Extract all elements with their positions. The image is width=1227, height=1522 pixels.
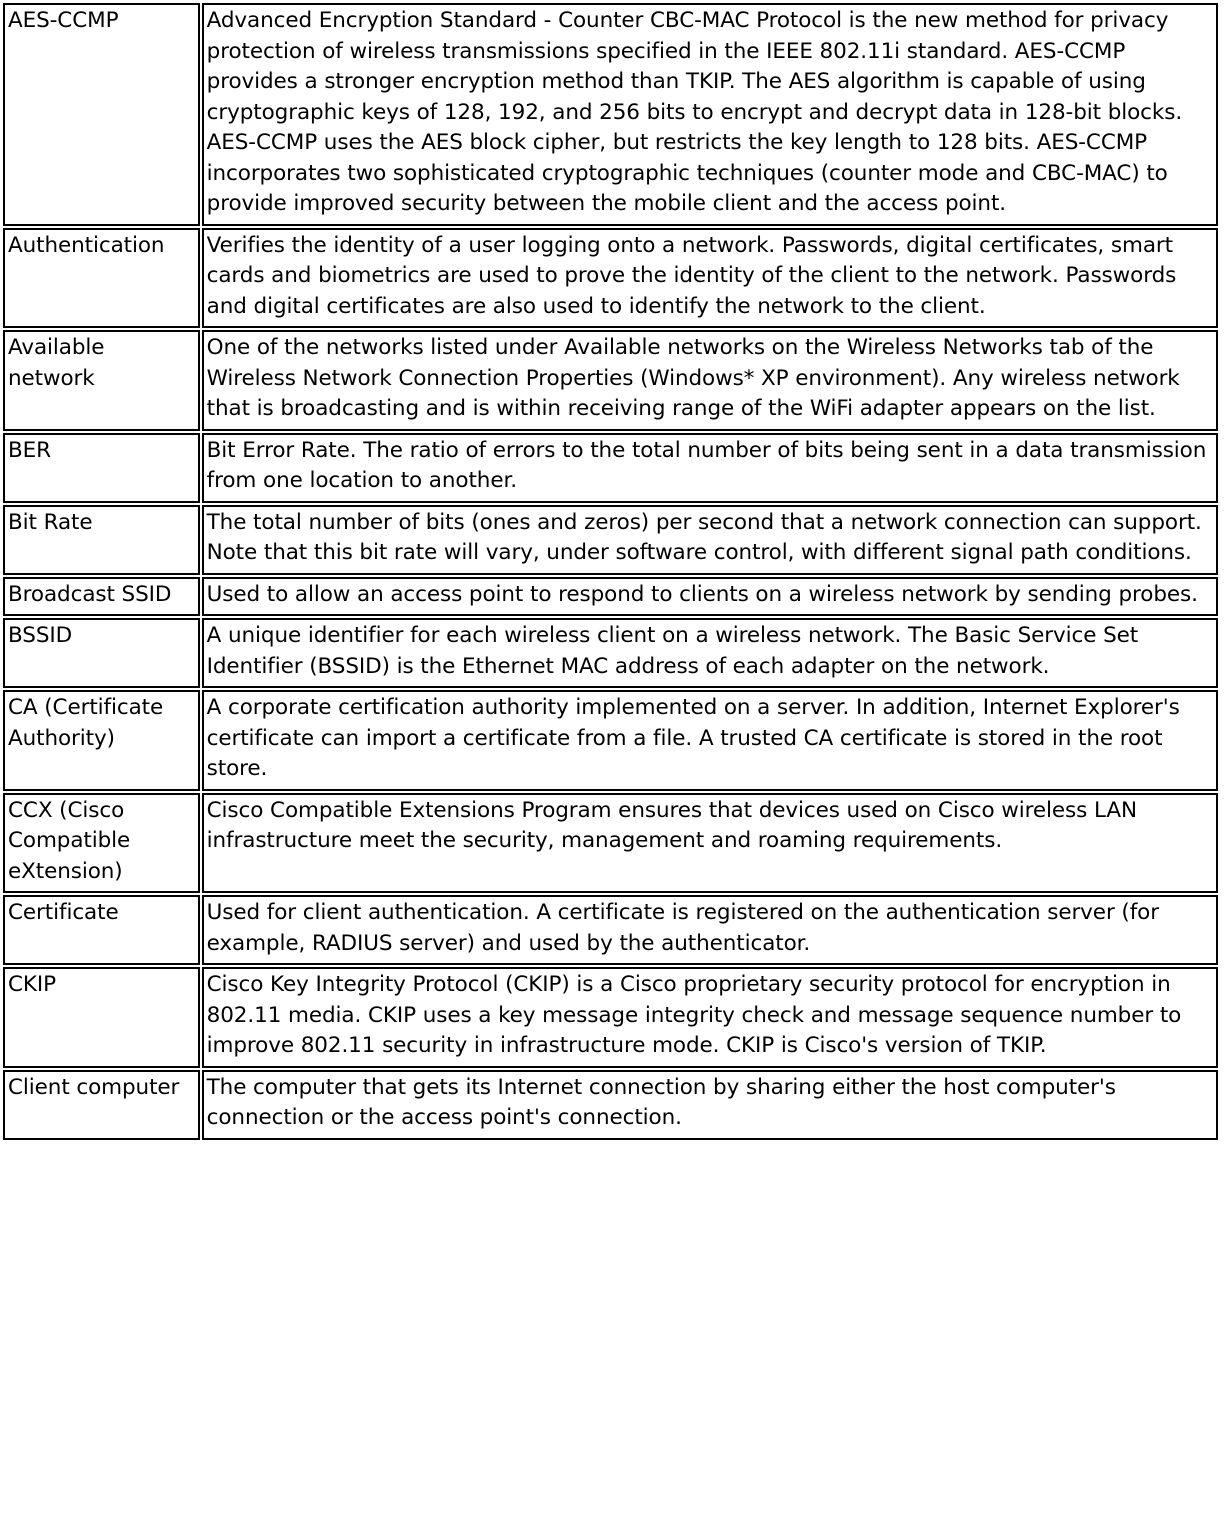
term-cell: Certificate (3, 895, 200, 965)
definition-text: The computer that gets its Internet conn… (206, 1074, 1123, 1131)
term-label: Broadcast SSID (8, 581, 172, 607)
definition-cell: Used to allow an access point to respond… (201, 576, 1218, 616)
definition-cell: Advanced Encryption Standard - Counter C… (201, 3, 1218, 226)
definition-cell: Cisco Compatible Extensions Program ensu… (201, 792, 1218, 893)
definition-cell: Verifies the identity of a user logging … (201, 227, 1218, 328)
term-cell: Available network (3, 330, 200, 431)
glossary-table: AES-CCMP Advanced Encryption Standard - … (1, 1, 1220, 1142)
term-label: CKIP (8, 972, 57, 997)
glossary-table-body: AES-CCMP Advanced Encryption Standard - … (3, 3, 1218, 1140)
table-row: Authentication Verifies the identity of … (3, 227, 1218, 328)
term-label: Client computer (8, 1074, 180, 1100)
definition-text: A unique identifier for each wireless cl… (206, 623, 1145, 679)
term-label: Authentication (8, 232, 165, 258)
term-label: BER (8, 437, 51, 463)
term-cell: Broadcast SSID (3, 576, 200, 616)
definition-cell: Bit Error Rate. The ratio of errors to t… (201, 432, 1218, 503)
term-label: Certificate (8, 900, 119, 925)
table-row: CCX (Cisco Compatible eXtension) Cisco C… (3, 792, 1218, 893)
term-cell: AES-CCMP (3, 3, 200, 226)
term-label: CA (Certificate Authority) (8, 695, 170, 751)
definition-text: Used for client authentication. A certif… (206, 900, 1166, 956)
table-row: BER Bit Error Rate. The ratio of errors … (3, 432, 1218, 503)
term-label: CCX (Cisco Compatible eXtension) (8, 797, 137, 884)
definition-cell: Used for client authentication. A certif… (201, 895, 1218, 965)
table-row: Broadcast SSID Used to allow an access p… (3, 576, 1218, 616)
term-cell: BSSID (3, 618, 200, 688)
table-row: CKIP Cisco Key Integrity Protocol (CKIP)… (3, 967, 1218, 1068)
term-cell: Authentication (3, 227, 200, 328)
definition-text: Cisco Key Integrity Protocol (CKIP) is a… (206, 972, 1188, 1058)
definition-text: Verifies the identity of a user logging … (206, 232, 1183, 319)
term-cell: Client computer (3, 1069, 200, 1140)
term-cell: CA (Certificate Authority) (3, 690, 200, 791)
table-row: BSSID A unique identifier for each wirel… (3, 618, 1218, 688)
definition-cell: The computer that gets its Internet conn… (201, 1069, 1218, 1140)
table-row: AES-CCMP Advanced Encryption Standard - … (3, 3, 1218, 226)
definition-text: One of the networks listed under Availab… (206, 335, 1187, 421)
term-cell: CCX (Cisco Compatible eXtension) (3, 792, 200, 893)
term-cell: CKIP (3, 967, 200, 1068)
term-label: BSSID (8, 623, 73, 648)
glossary-page: AES-CCMP Advanced Encryption Standard - … (0, 1, 1227, 1522)
table-row: Bit Rate The total number of bits (ones … (3, 504, 1218, 575)
definition-text: Used to allow an access point to respond… (206, 581, 1198, 607)
definition-text: The total number of bits (ones and zeros… (206, 509, 1209, 566)
definition-cell: The total number of bits (ones and zeros… (201, 504, 1218, 575)
table-row: Available network One of the networks li… (3, 330, 1218, 431)
term-label: AES-CCMP (8, 8, 119, 33)
definition-text: Advanced Encryption Standard - Counter C… (206, 8, 1189, 216)
definition-cell: One of the networks listed under Availab… (201, 330, 1218, 431)
definition-cell: Cisco Key Integrity Protocol (CKIP) is a… (201, 967, 1218, 1068)
definition-cell: A corporate certification authority impl… (201, 690, 1218, 791)
definition-text: A corporate certification authority impl… (206, 695, 1187, 781)
table-row: Certificate Used for client authenticati… (3, 895, 1218, 965)
term-cell: BER (3, 432, 200, 503)
definition-text: Bit Error Rate. The ratio of errors to t… (206, 437, 1213, 494)
term-label: Available network (8, 335, 112, 391)
term-cell: Bit Rate (3, 504, 200, 575)
definition-text: Cisco Compatible Extensions Program ensu… (206, 797, 1144, 854)
table-row: Client computer The computer that gets i… (3, 1069, 1218, 1140)
definition-cell: A unique identifier for each wireless cl… (201, 618, 1218, 688)
table-row: CA (Certificate Authority) A corporate c… (3, 690, 1218, 791)
term-label: Bit Rate (8, 509, 93, 535)
